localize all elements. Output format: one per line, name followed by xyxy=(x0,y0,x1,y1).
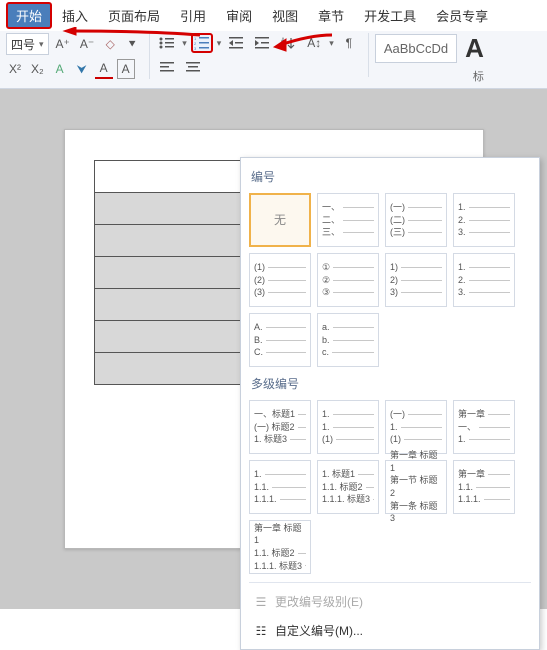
indent-icon: ☰ xyxy=(253,595,269,609)
preset-none[interactable]: 无 xyxy=(249,193,311,247)
highlight-button[interactable]: A xyxy=(51,59,69,79)
preset-swatch[interactable]: 第一章 标题1第一节 标题2第一条 标题3 xyxy=(385,460,447,514)
tab-member[interactable]: 会员专享 xyxy=(426,2,498,29)
tab-insert[interactable]: 插入 xyxy=(52,2,98,29)
clear-format-button[interactable]: ◇ xyxy=(101,34,119,54)
preset-swatch[interactable]: ①②③ xyxy=(317,253,379,307)
preset-swatch[interactable]: 1.2.3. xyxy=(453,193,515,247)
chevron-down-icon[interactable]: ▾ xyxy=(182,38,187,49)
section-title-multilevel: 多级编号 xyxy=(249,371,531,396)
svg-text:B: B xyxy=(281,45,285,50)
align-center-button[interactable] xyxy=(182,57,204,77)
style-big-a-icon[interactable]: A xyxy=(461,33,484,64)
change-level-item: ☰ 更改编号级别(E) xyxy=(249,587,531,616)
styles-group: AaBbCcDd A 标 xyxy=(375,33,492,84)
section-title-number: 编号 xyxy=(249,164,531,189)
tab-start[interactable]: 开始 xyxy=(6,2,52,29)
preset-swatch[interactable]: A.B.C. xyxy=(249,313,311,367)
preset-swatch[interactable]: 一、标题1(一) 标题21. 标题3 xyxy=(249,400,311,454)
chevron-down-icon[interactable]: ▾ xyxy=(217,38,222,49)
preset-swatch[interactable]: 一、二、三、 xyxy=(317,193,379,247)
list-icon: ☷ xyxy=(253,624,269,638)
subscript-button[interactable]: X₂ xyxy=(28,59,47,79)
preset-swatch[interactable]: 1. 标题11.1. 标题21.1.1. 标题3 xyxy=(317,460,379,514)
tab-layout[interactable]: 页面布局 xyxy=(98,2,170,29)
tab-reference[interactable]: 引用 xyxy=(170,2,216,29)
tab-view[interactable]: 视图 xyxy=(262,2,308,29)
font-color-button[interactable]: A xyxy=(95,59,113,79)
preset-swatch[interactable]: (1)(2)(3) xyxy=(249,253,311,307)
bullets-button[interactable] xyxy=(156,33,178,53)
custom-number-item[interactable]: ☷ 自定义编号(M)... xyxy=(249,616,531,645)
char-shading-button[interactable]: A xyxy=(117,59,135,79)
paragraph-mark-button[interactable]: ¶ xyxy=(338,33,360,53)
preset-swatch[interactable]: 1.1.1.1.1.1. xyxy=(249,460,311,514)
preset-swatch[interactable]: (一)1.(1) xyxy=(385,400,447,454)
sort-button[interactable]: AB xyxy=(277,33,299,53)
chevron-down-icon[interactable]: ▾ xyxy=(329,38,334,49)
chevron-down-icon: ▾ xyxy=(39,39,44,50)
ribbon: 四号 ▾ A⁺ A⁻ ◇ ⯆ X² X₂ A ⮟ A A ▾ 123 ▾ xyxy=(0,31,547,89)
paragraph-group: ▾ 123 ▾ AB A↕ ▾ ¶ xyxy=(156,33,369,77)
text-direction-button[interactable]: A↕ xyxy=(303,33,325,53)
multilevel-preset-grid: 一、标题1(一) 标题21. 标题31.1.(1)(一)1.(1)第一章一、1.… xyxy=(249,396,531,578)
text-effects-button[interactable]: ⮟ xyxy=(73,59,91,79)
preset-swatch[interactable]: 第一章1.1.1.1.1. xyxy=(453,460,515,514)
preset-swatch[interactable]: 第一章 标题11.1. 标题21.1.1. 标题3 xyxy=(249,520,311,574)
decrease-indent-button[interactable] xyxy=(225,33,247,53)
font-size-dropdown[interactable]: 四号 ▾ xyxy=(6,33,49,55)
custom-number-label: 自定义编号(M)... xyxy=(275,622,363,639)
preset-swatch[interactable]: (一)(二)(三) xyxy=(385,193,447,247)
number-preset-grid: 无 一、二、三、(一)(二)(三)1.2.3. (1)(2)(3)①②③1)2)3… xyxy=(249,189,531,371)
svg-text:3: 3 xyxy=(194,46,197,50)
change-level-label: 更改编号级别(E) xyxy=(275,593,363,610)
tab-review[interactable]: 审阅 xyxy=(216,2,262,29)
svg-text:A: A xyxy=(281,38,285,44)
preset-swatch[interactable]: 第一章一、1. xyxy=(453,400,515,454)
tab-devtools[interactable]: 开发工具 xyxy=(354,2,426,29)
font-group: 四号 ▾ A⁺ A⁻ ◇ ⯆ X² X₂ A ⮟ A A xyxy=(6,33,150,79)
style-under-label: 标 xyxy=(473,68,484,84)
shrink-font-button[interactable]: A⁻ xyxy=(77,34,97,54)
numbering-dropdown-panel: 编号 无 一、二、三、(一)(二)(三)1.2.3. (1)(2)(3)①②③1)… xyxy=(240,157,540,650)
preset-swatch[interactable]: 1.2.3. xyxy=(453,253,515,307)
superscript-button[interactable]: X² xyxy=(6,59,24,79)
change-case-button[interactable]: ⯆ xyxy=(123,34,141,54)
preset-swatch[interactable]: 1.1.(1) xyxy=(317,400,379,454)
font-size-value: 四号 xyxy=(11,36,35,53)
tab-chapter[interactable]: 章节 xyxy=(308,2,354,29)
numbering-button[interactable]: 123 xyxy=(191,33,213,53)
preset-swatch[interactable]: 1)2)3) xyxy=(385,253,447,307)
align-left-button[interactable] xyxy=(156,57,178,77)
grow-font-button[interactable]: A⁺ xyxy=(53,34,73,54)
tab-bar: 开始 插入 页面布局 引用 审阅 视图 章节 开发工具 会员专享 xyxy=(0,0,547,31)
preset-swatch[interactable]: a.b.c. xyxy=(317,313,379,367)
style-preview[interactable]: AaBbCcDd xyxy=(375,34,457,63)
document-area: 序号 编号 无 一、二、三、(一)(二)(三)1.2.3.(1)(2)(3)①②… xyxy=(0,89,547,609)
divider xyxy=(249,582,531,583)
increase-indent-button[interactable] xyxy=(251,33,273,53)
